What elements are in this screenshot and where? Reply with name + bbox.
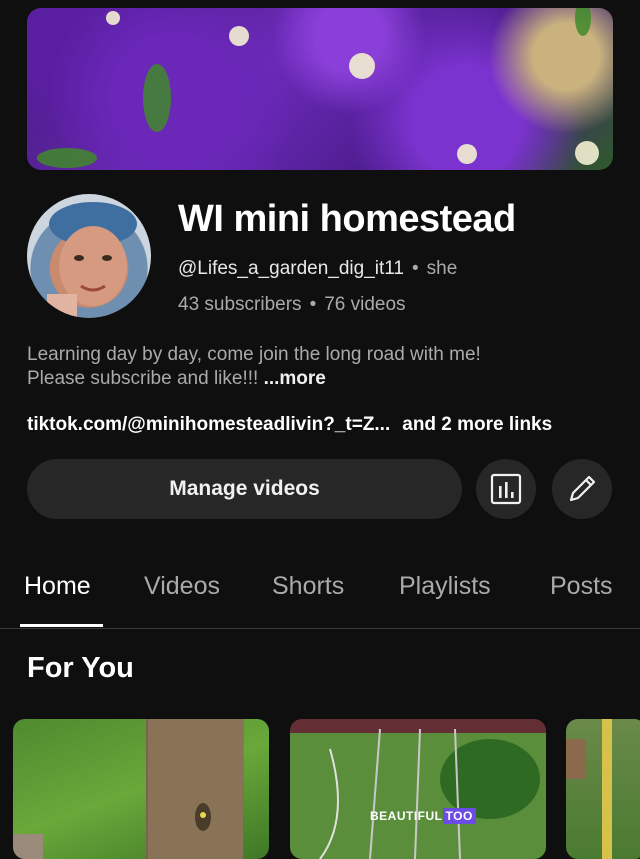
pencil-icon (569, 475, 596, 502)
video-thumbnail-2[interactable]: BEAUTIFUL TOO (290, 719, 546, 859)
channel-handle: @Lifes_a_garden_dig_it11 (178, 258, 404, 279)
channel-title: WI mini homestead (178, 198, 516, 240)
analytics-icon (490, 473, 522, 505)
active-tab-indicator (20, 624, 103, 627)
description-line-2: Please subscribe and like!!! (27, 368, 259, 389)
more-link[interactable]: ...more (264, 368, 326, 389)
channel-pronoun: she (426, 258, 458, 279)
section-title: For You (27, 652, 134, 684)
analytics-button[interactable] (476, 459, 536, 519)
manage-videos-button[interactable]: Manage videos (27, 459, 462, 519)
separator-dot: • (309, 294, 317, 315)
channel-description[interactable]: Learning day by day, come join the long … (27, 343, 617, 391)
thumbnail-image (290, 719, 546, 859)
more-links-button[interactable]: and 2 more links (402, 414, 552, 435)
avatar-image (47, 202, 137, 318)
overlay-word-2: TOO (442, 808, 476, 824)
thumbnail-image (566, 719, 612, 859)
separator-dot: • (412, 258, 419, 279)
channel-avatar[interactable] (27, 194, 151, 318)
tiktok-link[interactable]: tiktok.com/@minihomesteadlivin?_t=Z... (27, 414, 390, 435)
video-thumbnail-3[interactable] (566, 719, 640, 859)
tab-posts[interactable]: Posts (550, 572, 613, 601)
video-count: 76 videos (324, 294, 406, 315)
channel-handle-line: @Lifes_a_garden_dig_it11 • she (178, 258, 457, 280)
description-line-1: Learning day by day, come join the long … (27, 344, 481, 365)
banner-flowers (37, 8, 599, 168)
edit-channel-button[interactable] (552, 459, 612, 519)
channel-links: tiktok.com/@minihomesteadlivin?_t=Z... an… (27, 414, 552, 436)
subscriber-count: 43 subscribers (178, 294, 302, 315)
channel-tabs: Home Videos Shorts Playlists Posts (0, 560, 640, 629)
tab-shorts[interactable]: Shorts (272, 572, 344, 601)
tab-videos[interactable]: Videos (144, 572, 220, 601)
thumbnail-overlay-text: BEAUTIFUL TOO (370, 808, 476, 824)
tab-home[interactable]: Home (24, 572, 91, 601)
channel-banner (27, 8, 613, 170)
channel-stats: 43 subscribers • 76 videos (178, 294, 406, 316)
thumbnail-image (13, 719, 243, 859)
overlay-word-1: BEAUTIFUL (370, 809, 443, 823)
tab-playlists[interactable]: Playlists (399, 572, 491, 601)
video-thumbnail-1[interactable] (13, 719, 269, 859)
